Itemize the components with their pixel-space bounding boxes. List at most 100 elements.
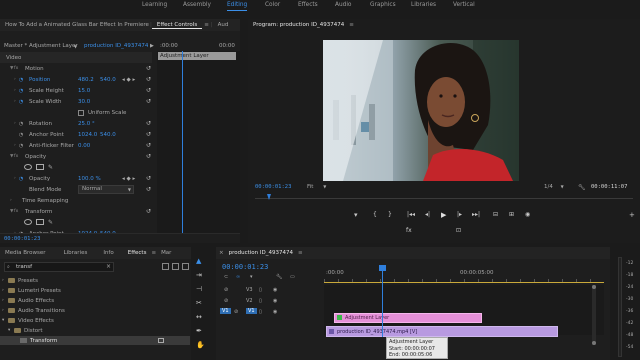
pen-tool-icon[interactable]: ✒ <box>196 327 202 335</box>
go-to-out-icon[interactable]: ▸▸| <box>472 211 480 218</box>
clear-search-icon[interactable]: × <box>106 263 111 270</box>
blend-mode-select[interactable]: Normal ▼ <box>78 185 134 194</box>
add-button-icon[interactable]: + <box>629 211 635 219</box>
program-timecode[interactable]: 00:00:01:23 <box>255 184 291 190</box>
effect-controls-timecode[interactable]: 00:00:01:23 <box>4 236 40 242</box>
filter-accelerated-icon[interactable] <box>162 263 169 270</box>
tree-item-presets[interactable]: › Presets <box>0 276 190 285</box>
video-clip[interactable]: production ID_4937474.mp4 [V] <box>326 326 558 337</box>
add-marker-icon[interactable]: ▾ <box>354 211 358 219</box>
opacity-value[interactable]: 100.0 % <box>78 176 101 182</box>
reset-icon[interactable]: ↺ <box>146 120 151 127</box>
filter-32bit-icon[interactable] <box>172 263 179 270</box>
program-scrubber[interactable] <box>255 194 633 202</box>
anchor-x-value[interactable]: 1024.0 <box>78 132 97 138</box>
scrubber-playhead[interactable] <box>267 194 271 200</box>
selection-tool-icon[interactable]: ▲ <box>196 257 201 265</box>
disclosure-triangle-icon[interactable]: › <box>14 99 16 104</box>
stopwatch-icon[interactable]: ◔ <box>19 143 23 149</box>
go-to-in-icon[interactable]: |◂◂ <box>407 211 415 218</box>
stopwatch-icon[interactable]: ◔ <box>19 132 23 138</box>
fit-select[interactable]: Fit ▼ <box>307 184 326 190</box>
timeline-settings-icon[interactable]: 🔧︎ <box>276 274 282 280</box>
fx-badge-icon[interactable]: fx <box>14 66 18 71</box>
reset-icon[interactable]: ↺ <box>146 87 151 94</box>
eye-icon[interactable]: ◉ <box>273 298 277 304</box>
menu-icon[interactable]: ≡ <box>202 22 211 28</box>
stopwatch-icon[interactable]: ◔ <box>19 77 23 83</box>
time-remapping-row[interactable]: › Time Remapping <box>0 195 152 206</box>
timeline-timecode[interactable]: 00:00:01:23 <box>222 263 268 271</box>
tab-markers[interactable]: Mar <box>156 250 176 256</box>
pen-mask-icon[interactable]: ✎ <box>48 164 53 171</box>
stopwatch-icon[interactable]: ◔ <box>19 88 23 94</box>
snap-icon[interactable]: ⊂ <box>224 274 228 280</box>
anti-flicker-row[interactable]: › ◔ Anti-flicker Filter 0.00 ↺ <box>0 140 152 151</box>
track-label[interactable]: V3 <box>246 287 253 293</box>
disclosure-triangle-icon[interactable]: › <box>14 88 16 93</box>
workspace-tab-audio[interactable]: Audio <box>335 2 351 8</box>
scale-width-row[interactable]: › ◔ Scale Width 30.0 ↺ <box>0 96 152 107</box>
extract-icon[interactable]: ⊞ <box>509 211 514 218</box>
tab-sequence[interactable]: production ID_4937474 <box>224 250 298 256</box>
toggle-sync-lock-icon[interactable]: ⊘ <box>224 298 228 304</box>
position-row[interactable]: › ◔ Position 480.2 540.0 ◂ ◆ ▸ ↺ <box>0 74 152 85</box>
filter-yuv-icon[interactable] <box>182 263 189 270</box>
track-output-icon[interactable]: ▯ <box>259 298 262 304</box>
rotation-value[interactable]: 25.0 ° <box>78 121 95 127</box>
workspace-tab-assembly[interactable]: Assembly <box>183 2 211 8</box>
blend-mode-row[interactable]: Blend Mode Normal ▼ ↺ <box>0 184 152 195</box>
captions-icon[interactable]: ▭ <box>290 274 295 280</box>
tree-item-audio-effects[interactable]: › Audio Effects <box>0 296 190 305</box>
rectangle-mask-icon[interactable] <box>36 219 44 225</box>
toggle-sync-lock-icon[interactable]: ⊘ <box>224 287 228 293</box>
effect-controls-mini-timeline[interactable]: Adjustment Layer <box>157 51 240 241</box>
workspace-tab-learning[interactable]: Learning <box>142 2 167 8</box>
reset-icon[interactable]: ↺ <box>146 142 151 149</box>
playhead-line[interactable] <box>182 51 183 241</box>
playhead-handle[interactable] <box>379 265 386 271</box>
transform-row[interactable]: ▼ fx Transform ↺ <box>0 206 152 217</box>
anchor-point-row[interactable]: ◔ Anchor Point 1024.0 540.0 ↺ <box>0 129 152 140</box>
insert-icon[interactable]: fx <box>406 227 412 234</box>
anti-flicker-value[interactable]: 0.00 <box>78 143 90 149</box>
step-forward-icon[interactable]: |▸ <box>457 211 462 218</box>
effects-search-field[interactable]: ⌕ transf × <box>4 262 114 272</box>
source-patch-v1[interactable]: V1 <box>220 308 231 314</box>
export-frame-icon[interactable]: ◉ <box>525 211 530 218</box>
disclosure-triangle-icon[interactable]: › <box>14 176 16 181</box>
position-x-value[interactable]: 480.2 <box>78 77 94 83</box>
tree-item-distort[interactable]: ▾ Distort <box>0 326 190 335</box>
menu-icon[interactable]: ≡ <box>349 22 354 28</box>
disclosure-triangle-icon[interactable]: › <box>14 77 16 82</box>
rotation-row[interactable]: › ◔ Rotation 25.0 ° ↺ <box>0 118 152 129</box>
tab-source-monitor[interactable]: How To Add a Animated Glass Bar Effect I… <box>0 22 150 28</box>
timeline-playhead[interactable] <box>382 267 383 337</box>
tab-info[interactable]: Info <box>98 250 118 256</box>
tab-effects[interactable]: Effects <box>123 250 152 256</box>
adjustment-layer-clip[interactable]: Adjustment Layer <box>334 313 482 323</box>
fx-badge-icon[interactable]: fx <box>14 209 18 214</box>
stopwatch-icon[interactable]: ◔ <box>19 99 23 105</box>
tree-item-transform[interactable]: Transform <box>0 336 190 345</box>
scale-width-value[interactable]: 30.0 <box>78 99 90 105</box>
play-icon[interactable]: ▶ <box>441 211 446 219</box>
program-video-frame[interactable] <box>323 40 519 181</box>
ellipse-mask-icon[interactable] <box>24 219 32 225</box>
eye-icon[interactable]: ◉ <box>273 287 277 293</box>
workspace-tab-graphics[interactable]: Graphics <box>370 2 396 8</box>
keyframe-nav-icon[interactable]: ◂ ◆ ▸ <box>122 176 135 182</box>
close-icon[interactable]: × <box>216 250 224 256</box>
master-clip-label[interactable]: Master * Adjustment Layer <box>4 43 78 49</box>
reset-icon[interactable]: ↺ <box>146 186 151 193</box>
disclosure-triangle-icon[interactable]: › <box>14 121 16 126</box>
mark-in-icon[interactable]: { <box>373 211 377 218</box>
scale-height-row[interactable]: › ◔ Scale Height 15.0 ↺ <box>0 85 152 96</box>
uniform-scale-checkbox[interactable] <box>78 110 84 116</box>
reset-icon[interactable]: ↺ <box>146 175 151 182</box>
timeline-vertical-scrollbar[interactable] <box>592 285 596 345</box>
motion-row[interactable]: ▼ fx Motion ↺ <box>0 63 152 74</box>
tab-program-monitor[interactable]: Program: production ID_4937474 <box>248 22 349 28</box>
tree-item-lumetri-presets[interactable]: › Lumetri Presets <box>0 286 190 295</box>
reset-icon[interactable]: ↺ <box>146 65 151 72</box>
